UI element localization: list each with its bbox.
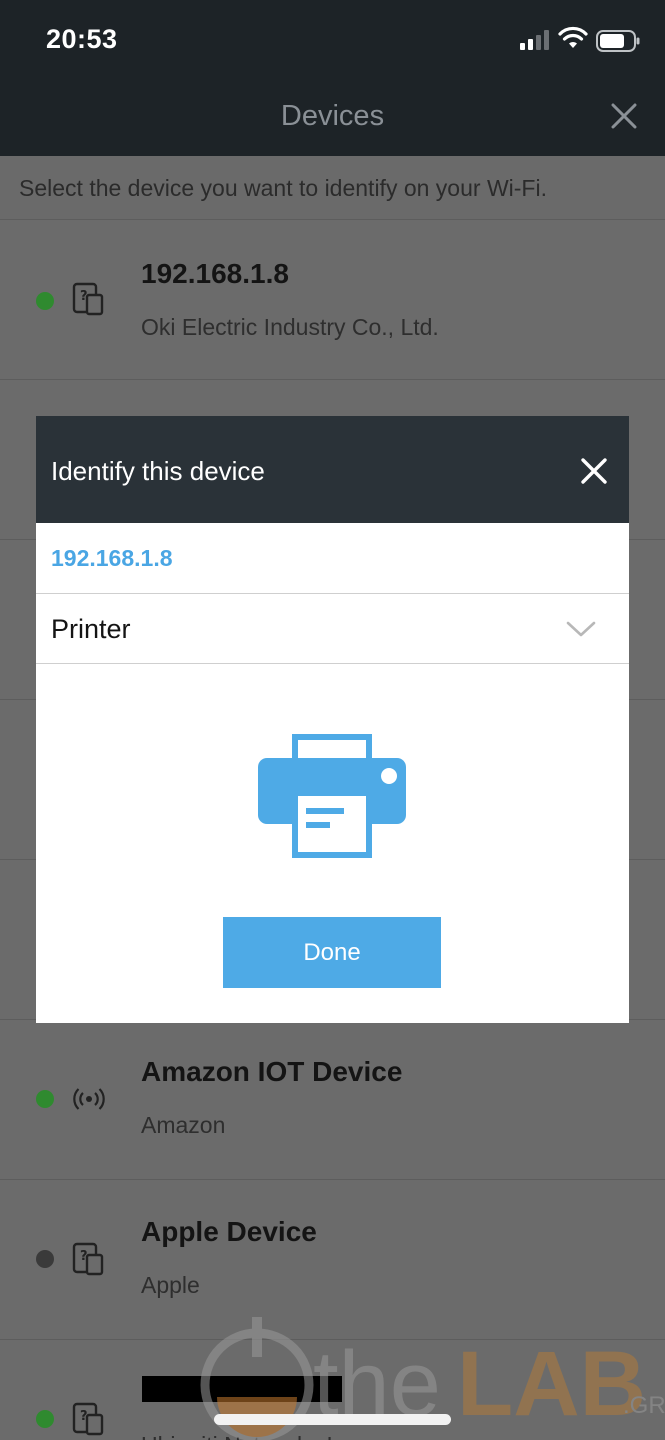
home-indicator[interactable]: [214, 1414, 451, 1425]
printer-icon: [258, 734, 406, 858]
nav-bar: Devices: [0, 78, 665, 156]
close-icon[interactable]: [579, 456, 609, 486]
svg-text:?: ?: [80, 1409, 88, 1424]
device-vendor: Apple: [141, 1272, 200, 1298]
device-vendor: Oki Electric Industry Co., Ltd.: [141, 314, 439, 340]
battery-icon: [596, 30, 640, 52]
svg-text:?: ?: [80, 289, 88, 304]
status-time: 20:53: [46, 24, 118, 54]
svg-text:.GR: .GR: [623, 1392, 665, 1419]
cellular-signal-icon: [520, 30, 549, 50]
page-title: Devices: [280, 100, 385, 132]
device-row[interactable]: ? 192.168.1.8 Oki Electric Industry Co.,…: [0, 220, 665, 380]
unknown-device-icon: ?: [72, 282, 104, 316]
wifi-icon: [558, 26, 588, 48]
device-vendor: Amazon: [141, 1112, 226, 1138]
offline-status-dot: [36, 1250, 54, 1268]
iot-broadcast-icon: [73, 1088, 105, 1110]
device-name: Amazon IOT Device: [141, 1056, 403, 1087]
device-ip-label: 192.168.1.8: [36, 523, 629, 594]
svg-text:?: ?: [80, 1249, 88, 1264]
online-status-dot: [36, 1410, 54, 1428]
unknown-device-icon: ?: [72, 1242, 104, 1276]
identify-device-modal: Identify this device 192.168.1.8 Printer…: [36, 416, 629, 1023]
device-name: 192.168.1.8: [141, 258, 289, 289]
unknown-device-icon: ?: [72, 1402, 104, 1436]
online-status-dot: [36, 1090, 54, 1108]
device-type-value: Printer: [51, 614, 131, 644]
close-icon[interactable]: [606, 98, 642, 134]
device-row[interactable]: Amazon IOT Device Amazon: [0, 1020, 665, 1180]
chevron-down-icon: [566, 621, 596, 637]
online-status-dot: [36, 292, 54, 310]
done-button[interactable]: Done: [223, 917, 441, 988]
instruction-text: Select the device you want to identify o…: [0, 156, 665, 220]
device-type-select[interactable]: Printer: [36, 594, 629, 664]
modal-header: Identify this device: [36, 416, 629, 523]
svg-text:LAB: LAB: [457, 1333, 646, 1435]
device-name: Apple Device: [141, 1216, 317, 1247]
modal-title: Identify this device: [51, 456, 265, 486]
status-bar: 20:53: [0, 0, 665, 78]
